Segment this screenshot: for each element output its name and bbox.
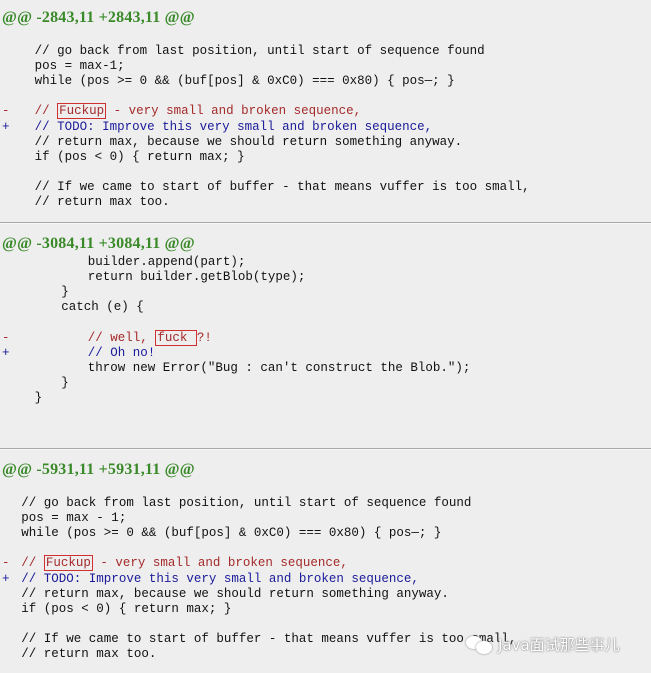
code-text: catch (e) {	[61, 300, 144, 315]
context-line: if (pos < 0) { return max; }	[0, 602, 651, 617]
highlighted-word: Fuckup	[57, 103, 107, 120]
code-text: }	[34, 390, 43, 405]
code-text: // If we came to start of buffer - that …	[34, 179, 530, 194]
code-text: // Fuckup - very small and broken sequen…	[34, 103, 362, 120]
plus-marker: +	[2, 571, 10, 586]
code-text: pos = max - 1;	[21, 511, 127, 526]
code-suffix: - very small and broken sequence,	[106, 104, 362, 119]
context-line: }	[0, 285, 651, 300]
context-line: builder.append(part);	[0, 255, 651, 270]
context-line: // return max, because we should return …	[0, 135, 651, 150]
code-text: // TODO: Improve this very small and bro…	[34, 119, 433, 134]
context-line: // return max, because we should return …	[0, 587, 651, 602]
code-text: // return max, because we should return …	[21, 586, 449, 601]
code-text: // If we came to start of buffer - that …	[21, 631, 517, 646]
plus-marker: +	[2, 119, 10, 134]
added-line: + // TODO: Improve this very small and br…	[0, 572, 651, 587]
code-text: // well, fuck ?!	[87, 329, 212, 346]
context-line: catch (e) {	[0, 300, 651, 315]
code-text: // TODO: Improve this very small and bro…	[21, 571, 419, 586]
code-text: builder.append(part);	[87, 255, 246, 269]
context-line: pos = max-1;	[0, 59, 651, 74]
watermark-text: Java面试那些事儿	[498, 636, 620, 654]
minus-marker: -	[2, 556, 10, 571]
code-text: while (pos >= 0 && (buf[pos] & 0xC0) ===…	[21, 526, 442, 541]
code-text: // Oh no!	[87, 345, 156, 360]
deleted-line: - // Fuckup - very small and broken seque…	[0, 103, 651, 120]
context-line: }	[0, 391, 651, 406]
hunk-divider	[0, 222, 651, 223]
context-line: pos = max - 1;	[0, 511, 651, 526]
code-suffix: - very small and broken sequence,	[92, 556, 348, 571]
code-text: // return max, because we should return …	[34, 134, 463, 149]
code-prefix: // well,	[87, 330, 156, 345]
code-prefix: //	[21, 556, 44, 571]
context-line: // go back from last position, until sta…	[0, 44, 651, 59]
context-line: if (pos < 0) { return max; }	[0, 150, 651, 165]
wechat-icon	[466, 635, 494, 654]
context-line: // If we came to start of buffer - that …	[0, 180, 651, 195]
plus-marker: +	[2, 345, 10, 360]
code-text: throw new Error("Bug : can't construct t…	[87, 360, 471, 375]
added-line: + // TODO: Improve this very small and br…	[0, 120, 651, 135]
context-line: while (pos >= 0 && (buf[pos] & 0xC0) ===…	[0, 74, 651, 89]
code-text: if (pos < 0) { return max; }	[34, 149, 245, 164]
code-text: // Fuckup - very small and broken sequen…	[21, 555, 348, 572]
code-prefix: //	[34, 104, 58, 119]
minus-marker: -	[2, 104, 10, 119]
context-line: throw new Error("Bug : can't construct t…	[0, 361, 651, 376]
code-suffix: ?!	[196, 330, 212, 345]
highlighted-word: fuck	[155, 329, 197, 346]
context-line: // go back from last position, until sta…	[0, 496, 651, 511]
code-text: }	[61, 285, 69, 300]
context-line: return builder.getBlob(type);	[0, 270, 651, 285]
hunk-divider	[0, 448, 651, 449]
code-text: while (pos >= 0 && (buf[pos] & 0xC0) ===…	[34, 74, 455, 89]
highlighted-word: Fuckup	[43, 555, 93, 572]
code-text: // go back from last position, until sta…	[34, 44, 485, 58]
context-line: while (pos >= 0 && (buf[pos] & 0xC0) ===…	[0, 526, 651, 541]
added-line: + // Oh no!	[0, 346, 651, 361]
code-text: return builder.getBlob(type);	[87, 270, 306, 285]
minus-marker: -	[2, 330, 10, 345]
watermark: Java面试那些事儿	[466, 634, 620, 655]
code-text: }	[61, 375, 69, 390]
hunk-header: @@ -3084,11 +3084,11 @@	[2, 235, 195, 252]
code-text: if (pos < 0) { return max; }	[21, 601, 232, 616]
code-text: // return max too.	[21, 647, 157, 661]
hunk-header: @@ -2843,11 +2843,11 @@	[2, 9, 195, 26]
code-text: // go back from last position, until sta…	[21, 496, 472, 510]
context-line: }	[0, 376, 651, 391]
code-text: // return max too.	[34, 195, 170, 209]
deleted-line: -// Fuckup - very small and broken seque…	[0, 555, 651, 572]
code-text: pos = max-1;	[34, 59, 125, 74]
hunk-header: @@ -5931,11 +5931,11 @@	[2, 461, 195, 478]
context-line: // return max too.	[0, 195, 651, 210]
deleted-line: - // well, fuck ?!	[0, 329, 651, 346]
